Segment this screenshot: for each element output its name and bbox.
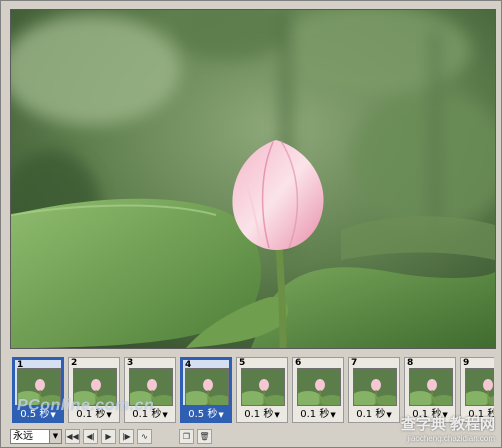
animation-frame[interactable]: 4 0.5 秒▼ xyxy=(180,357,232,423)
frame-number: 9 xyxy=(463,358,470,368)
watermark-pconline: PConline.com.cn xyxy=(17,397,155,414)
frame-thumbnail xyxy=(297,368,341,406)
tween-icon: ∿ xyxy=(141,431,148,441)
step-forward-icon: |▶ xyxy=(122,431,131,441)
frame-delay-dropdown[interactable]: 0.1 秒▼ xyxy=(237,405,287,420)
frame-number: 7 xyxy=(351,358,358,368)
frame-number: 2 xyxy=(71,358,78,368)
frame-delay-dropdown[interactable]: 0.1 秒▼ xyxy=(293,405,343,420)
frame-number: 6 xyxy=(295,358,302,368)
lotus-bud-photo xyxy=(11,10,495,348)
frame-number: 5 xyxy=(239,358,246,368)
frame-number: 8 xyxy=(407,358,414,368)
tween-button[interactable]: ∿ xyxy=(137,428,152,444)
play-icon: ▶ xyxy=(105,431,112,441)
frame-thumbnail xyxy=(353,368,397,406)
animation-frame[interactable]: 6 0.1 秒▼ xyxy=(292,357,344,423)
loop-value: 永远 xyxy=(13,430,33,442)
duplicate-frame-button[interactable]: ❐ xyxy=(179,428,194,444)
rewind-icon: ◀◀ xyxy=(66,431,79,441)
frame-thumbnail xyxy=(465,368,494,406)
trash-icon: 🗑 xyxy=(199,431,210,441)
loop-options-select[interactable]: 永远 ▼ xyxy=(10,428,62,444)
image-canvas xyxy=(10,9,496,349)
frame-number: 3 xyxy=(127,358,134,368)
new-frame-icon: ❐ xyxy=(182,431,191,441)
watermark-url-text: jiaocheng.chazidian.com xyxy=(407,434,495,443)
frame-delay-dropdown[interactable]: 0.1 秒▼ xyxy=(349,405,399,420)
animation-frame[interactable]: 5 0.1 秒▼ xyxy=(236,357,288,423)
frame-thumbnail xyxy=(241,368,285,406)
frame-thumbnail xyxy=(409,368,453,406)
frame-delay-dropdown[interactable]: 0.5 秒▼ xyxy=(183,405,229,420)
next-frame-button[interactable]: |▶ xyxy=(119,428,134,444)
frame-thumbnail xyxy=(185,368,229,406)
animation-window: 1 0.5 秒▼ 2 0.1 秒▼ 3 0.1 秒▼ 4 0.5 秒▼ 5 0.… xyxy=(0,0,502,448)
watermark-main-text: 查字典 教程网 xyxy=(400,416,495,433)
animation-frame[interactable]: 7 0.1 秒▼ xyxy=(348,357,400,423)
chevron-down-icon: ▼ xyxy=(49,429,61,443)
previous-frame-button[interactable]: ◀| xyxy=(83,428,98,444)
play-button[interactable]: ▶ xyxy=(101,428,116,444)
step-back-icon: ◀| xyxy=(86,431,95,441)
delete-frame-button[interactable]: 🗑 xyxy=(197,428,212,444)
watermark-chazidian: 查字典 教程网 jiaocheng.chazidian.com xyxy=(401,413,495,443)
first-frame-button[interactable]: ◀◀ xyxy=(65,428,80,444)
